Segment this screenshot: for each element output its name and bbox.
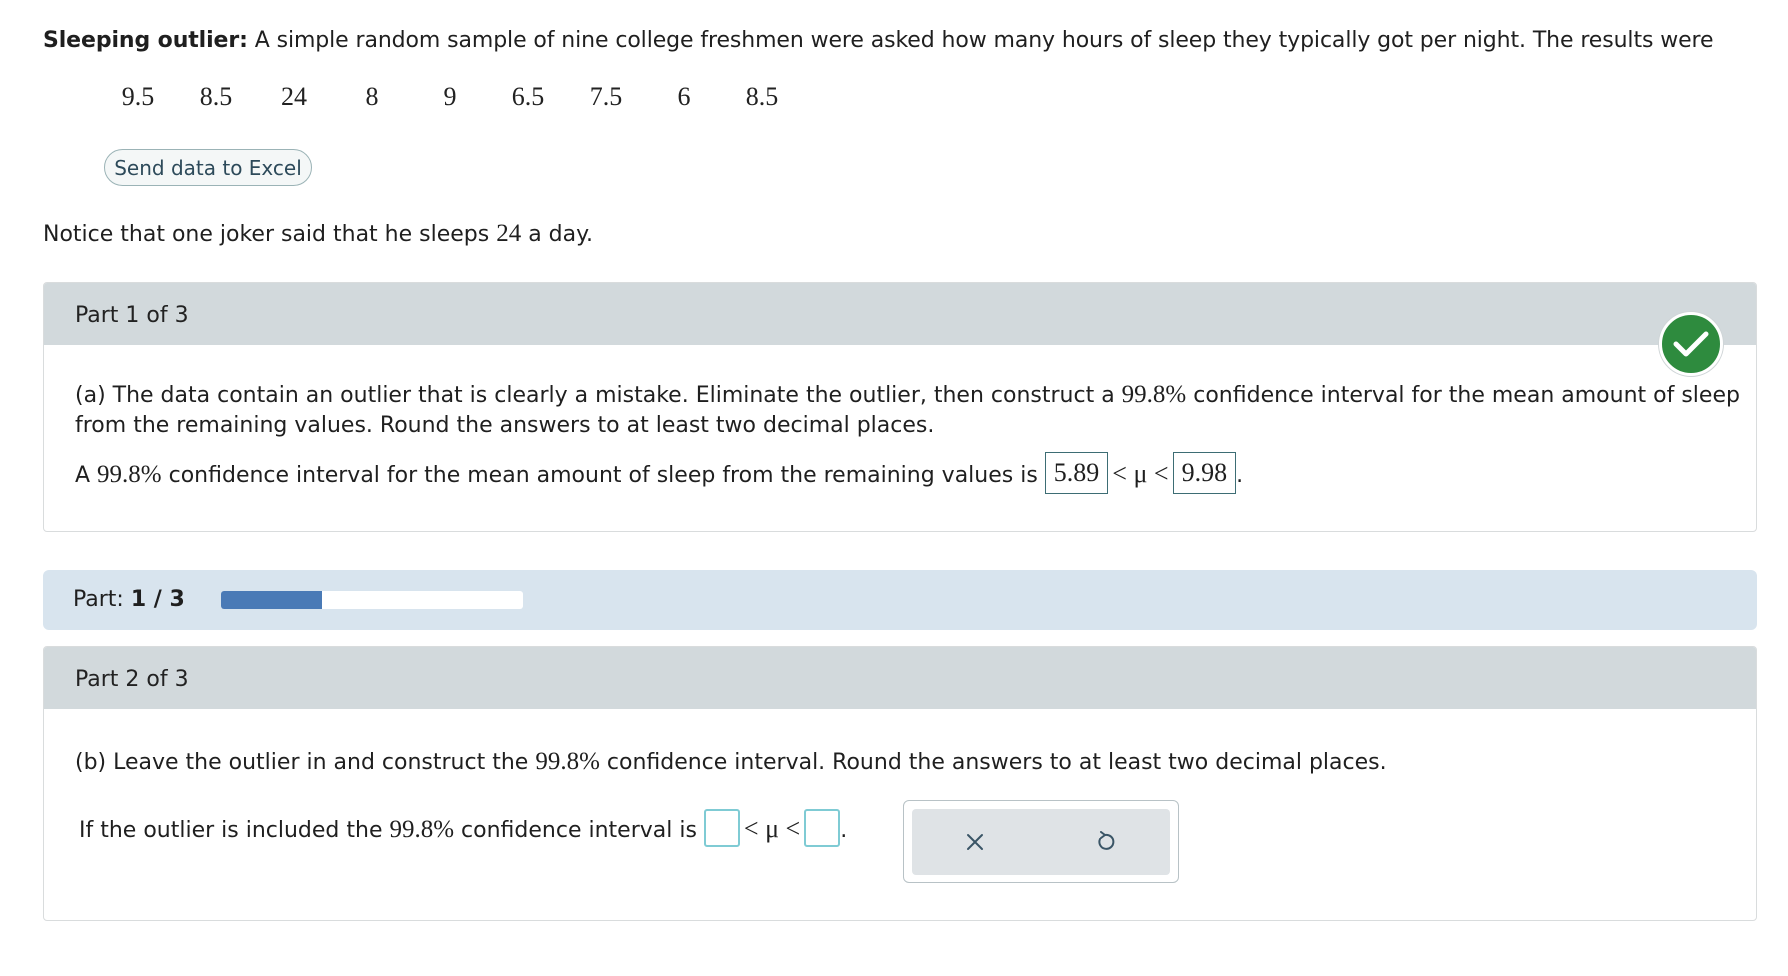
part1-header-label: Part 1 of 3 — [75, 303, 189, 328]
part2-answer-pct: 99.8% — [389, 816, 455, 843]
part2-header: Part 2 of 3 — [44, 647, 1756, 709]
part2-question-pct: 99.8% — [535, 748, 600, 775]
check-icon — [1659, 312, 1723, 376]
progress-bar: Part: 1 / 3 — [43, 570, 1757, 630]
data-value: 9.5 — [121, 82, 155, 111]
mu-inequality: < μ < — [1112, 459, 1169, 488]
data-value: 8.5 — [745, 82, 779, 111]
undo-icon[interactable] — [1088, 825, 1122, 859]
send-to-excel-button[interactable]: Send data to Excel — [104, 149, 312, 186]
upper-bound-answer[interactable]: 9.98 — [1172, 452, 1237, 494]
problem-title: Sleeping outlier: — [43, 28, 248, 53]
problem-intro: Sleeping outlier: A simple random sample… — [43, 28, 1714, 53]
data-value: 9 — [443, 82, 457, 111]
period: . — [840, 818, 848, 843]
progress-label: Part: 1 / 3 — [73, 587, 185, 612]
part2-question-a: (b) Leave the outlier in and construct t… — [75, 750, 536, 775]
notice-text: Notice that one joker said that he sleep… — [43, 220, 593, 248]
part1-header: Part 1 of 3 — [44, 283, 1756, 345]
data-values-row: 9.5 8.5 24 8 9 6.5 7.5 6 8.5 — [0, 82, 820, 114]
part1-panel: Part 1 of 3 (a) The data contain an outl… — [43, 282, 1757, 532]
part2-answer-a: If the outlier is included the — [79, 818, 390, 843]
lower-bound-answer[interactable]: 5.89 — [1044, 452, 1109, 494]
mu-inequality: < μ < — [743, 814, 801, 843]
notice-before: Notice that one joker said that he sleep… — [43, 222, 497, 247]
data-value: 8.5 — [199, 82, 233, 111]
part2-question-b: confidence interval. Round the answers t… — [599, 750, 1387, 775]
data-value: 24 — [281, 82, 307, 111]
part1-answer-prefix: A — [75, 463, 98, 488]
part1-question: (a) The data contain an outlier that is … — [75, 380, 1740, 441]
progress-value: 1 / 3 — [130, 587, 185, 612]
period: . — [1236, 463, 1244, 488]
part2-question: (b) Leave the outlier in and construct t… — [75, 747, 1387, 778]
toolbox-inner — [912, 809, 1170, 875]
problem-intro-text: A simple random sample of nine college f… — [254, 28, 1714, 53]
progress-track — [221, 591, 523, 609]
part1-answer-pct: 99.8% — [97, 461, 162, 488]
data-value: 6.5 — [511, 82, 545, 111]
part2-answer-b: confidence interval is — [454, 818, 704, 843]
part1-question-a: (a) The data contain an outlier that is … — [75, 383, 1122, 408]
progress-fill — [221, 591, 322, 609]
part1-question-pct: 99.8% — [1121, 381, 1187, 408]
upper-bound-input[interactable] — [804, 809, 841, 847]
part1-answer-text: confidence interval for the mean amount … — [161, 463, 1045, 488]
data-value: 7.5 — [589, 82, 623, 111]
close-icon[interactable] — [958, 825, 992, 859]
data-value: 8 — [365, 82, 379, 111]
lower-bound-input[interactable] — [703, 809, 740, 847]
data-value: 6 — [677, 82, 691, 111]
answer-toolbox — [903, 800, 1179, 883]
notice-value: 24 — [496, 220, 522, 247]
notice-after: a day. — [521, 222, 593, 247]
part2-answer-line: If the outlier is included the 99.8% con… — [79, 809, 848, 847]
progress-label-text: Part: — [73, 587, 124, 612]
part1-question-b: confidence interval for the mean amount … — [1186, 383, 1740, 408]
part1-question-line2: from the remaining values. Round the ans… — [75, 413, 935, 438]
part2-panel: Part 2 of 3 (b) Leave the outlier in and… — [43, 646, 1757, 921]
part2-header-label: Part 2 of 3 — [75, 667, 189, 692]
part1-answer-line: A 99.8% confidence interval for the mean… — [75, 452, 1244, 494]
